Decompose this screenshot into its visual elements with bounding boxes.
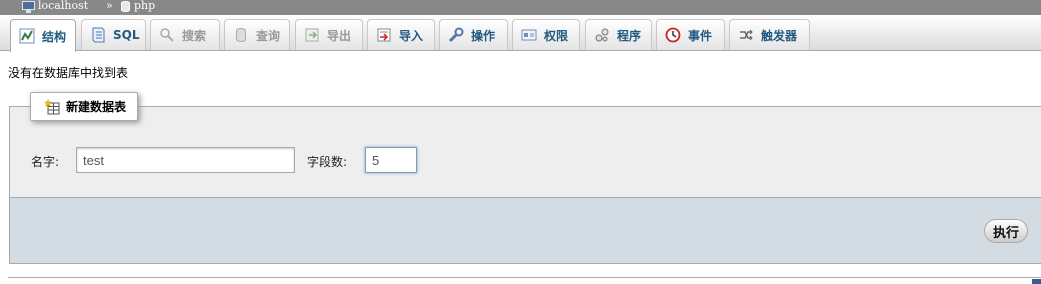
tab-label: 事件 xyxy=(688,28,713,43)
table-name-input[interactable]: test xyxy=(76,147,295,173)
import-icon xyxy=(376,27,392,43)
tab-label: 权限 xyxy=(544,28,569,43)
table-name-label: 名字: xyxy=(31,155,60,169)
execute-button[interactable]: 执行 xyxy=(984,219,1028,243)
tab-label: 搜索 xyxy=(182,28,207,43)
field-count-label: 字段数: xyxy=(307,155,348,169)
breadcrumb-separator: » xyxy=(106,0,113,12)
breadcrumb: localhost » php xyxy=(0,0,1041,15)
tab-operations[interactable]: 操作 xyxy=(439,19,508,50)
tab-search[interactable]: 搜索 xyxy=(150,19,220,50)
legend-title: 新建数据表 xyxy=(66,100,127,114)
tab-label: SQL xyxy=(113,28,140,42)
breadcrumb-database-link[interactable]: php xyxy=(134,0,155,12)
tab-privileges[interactable]: 权限 xyxy=(512,19,580,50)
divider xyxy=(8,277,1041,284)
server-icon xyxy=(22,1,35,13)
tab-label: 查询 xyxy=(256,28,281,43)
tab-structure[interactable]: 结构 xyxy=(10,19,76,52)
tab-import[interactable]: 导入 xyxy=(367,19,435,50)
create-table-legend: 新建数据表 xyxy=(30,92,139,121)
triggers-icon xyxy=(738,27,754,43)
tab-sql[interactable]: SQL xyxy=(81,19,146,50)
routines-icon xyxy=(594,27,610,43)
tab-label: 导出 xyxy=(327,28,352,43)
operations-icon xyxy=(448,27,464,43)
tab-label: 程序 xyxy=(617,28,642,43)
form-footer xyxy=(9,198,1041,264)
database-icon xyxy=(121,1,130,12)
breadcrumb-server-link[interactable]: localhost xyxy=(38,0,88,12)
new-table-icon xyxy=(43,98,60,115)
tab-export[interactable]: 导出 xyxy=(295,19,363,50)
export-icon xyxy=(304,27,320,43)
tab-label: 结构 xyxy=(42,29,67,44)
tab-query[interactable]: 查询 xyxy=(224,19,290,50)
events-icon xyxy=(665,27,681,43)
privileges-icon xyxy=(521,27,537,43)
tab-label: 触发器 xyxy=(761,28,798,43)
query-icon xyxy=(233,27,249,43)
structure-icon xyxy=(19,28,35,44)
field-count-input[interactable]: 5 xyxy=(365,147,417,173)
no-tables-message: 没有在数据库中找到表 xyxy=(8,66,129,80)
tab-triggers[interactable]: 触发器 xyxy=(729,19,810,50)
tab-events[interactable]: 事件 xyxy=(656,19,725,50)
tab-label: 操作 xyxy=(471,28,496,43)
tab-routines[interactable]: 程序 xyxy=(585,19,652,50)
sql-icon xyxy=(90,27,106,43)
tab-bar: 结构 SQL 搜索 查询 导出 导入 操作 权限 程序 事件 触发器 xyxy=(0,15,1041,52)
search-icon xyxy=(159,27,175,43)
page-corner-icon xyxy=(1032,279,1041,284)
tab-label: 导入 xyxy=(399,28,424,43)
